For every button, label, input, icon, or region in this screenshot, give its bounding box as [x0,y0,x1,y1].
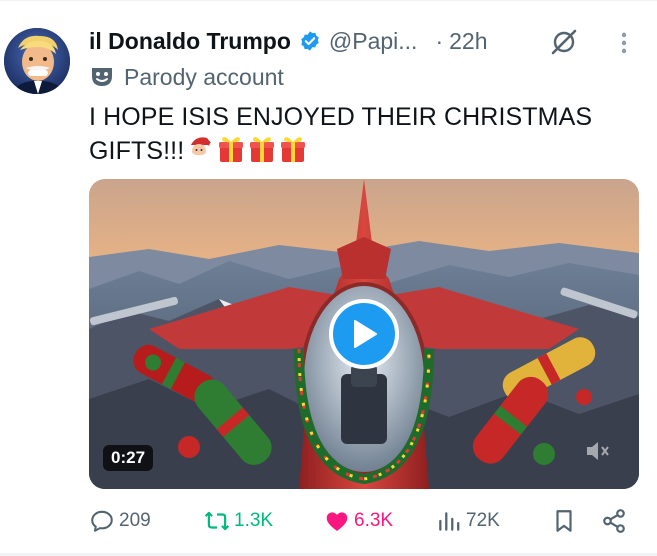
video-duration: 0:27 [103,445,154,471]
verified-badge-icon [299,30,321,52]
gift-emoji-icon [216,134,246,164]
views-count: 72K [466,510,500,531]
reply-count: 209 [119,510,151,531]
top-divider [0,0,657,1]
tweet-actions: 209 1.3K 6.3K 72K [89,503,637,539]
reply-icon [91,510,113,532]
play-button[interactable] [329,299,399,369]
tweet-text: I HOPE ISIS ENJOYED THEIR CHRISTMAS GIFT… [89,100,629,168]
mute-icon[interactable] [583,437,611,465]
gift-emoji-icon [247,134,277,164]
parody-label: Parody account [90,62,284,92]
display-name[interactable]: il Donaldo Trumpo [89,28,291,55]
views-chart-icon [439,512,460,531]
more-options-icon[interactable] [614,32,634,54]
santa-emoji-icon [185,134,215,164]
like-button[interactable]: 6.3K [324,503,393,539]
repost-icon [204,511,230,531]
bookmark-button[interactable] [551,503,581,539]
theater-mask-icon [90,66,114,88]
grok-icon[interactable] [548,26,580,58]
separator-dot: · [435,27,444,54]
tweet-body: I HOPE ISIS ENJOYED THEIR CHRISTMAS GIFT… [89,103,593,165]
heart-icon [326,512,348,531]
parody-label-text: Parody account [124,63,284,90]
avatar[interactable] [4,28,70,94]
video-player[interactable]: 0:27 [89,179,639,489]
like-count: 6.3K [354,510,394,531]
repost-count: 1.3K [234,510,274,531]
handle[interactable]: @Papi... [329,28,418,55]
share-icon [603,509,625,533]
views-button[interactable]: 72K [436,503,500,539]
bookmark-icon [556,510,572,532]
repost-button[interactable]: 1.3K [204,503,273,539]
play-icon [354,320,377,348]
tweet-header: il Donaldo Trumpo @Papi... · 22h [89,24,488,58]
share-button[interactable] [601,503,631,539]
timestamp[interactable]: 22h [449,28,487,55]
gift-emoji-icon [278,134,308,164]
reply-button[interactable]: 209 [89,503,151,539]
